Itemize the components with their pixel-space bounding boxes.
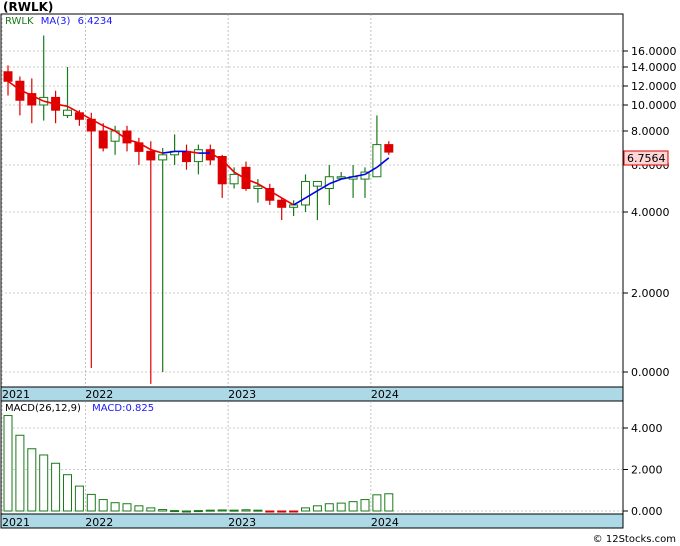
macd-bar <box>253 509 263 512</box>
price-pane-frame <box>0 13 624 388</box>
candle-body <box>98 130 108 149</box>
macd-bar <box>360 499 370 512</box>
price-y-tick-label: 8.0000 <box>631 125 670 138</box>
macd-y-tick-label: 0.000 <box>631 505 663 518</box>
price-y-axis: 16.000014.000012.000010.00008.00006.0000… <box>623 45 677 379</box>
macd-bar <box>74 485 84 512</box>
macd-bar <box>241 509 251 512</box>
macd-bar <box>384 493 394 512</box>
candle-body <box>3 71 13 82</box>
macd-bar <box>98 499 108 512</box>
macd-bar <box>51 462 61 512</box>
macd-bar <box>336 502 346 512</box>
macd-bar <box>146 507 156 512</box>
macd-x-tick-label: 2021 <box>2 516 30 529</box>
last-price-value: 6.7564 <box>627 152 666 165</box>
watermark: © 12Stocks.com <box>592 534 676 545</box>
macd-bar <box>122 503 132 512</box>
macd-bar <box>301 507 310 512</box>
price-y-tick-label: 10.0000 <box>631 99 677 112</box>
macd-bar <box>265 510 275 513</box>
candle-body <box>301 180 310 206</box>
candle-body <box>182 150 191 163</box>
price-x-tick-label: 2022 <box>85 388 113 401</box>
macd-bar <box>205 509 215 512</box>
candle-body <box>63 109 72 116</box>
macd-bar <box>289 510 299 513</box>
candle-body <box>229 173 239 185</box>
macd-x-tick-label: 2022 <box>85 516 113 529</box>
price-x-tick-label: 2024 <box>371 388 399 401</box>
candle-body <box>253 185 263 189</box>
macd-bar <box>193 510 203 513</box>
candle-body <box>158 154 168 161</box>
macd-bar <box>182 510 191 513</box>
macd-x-tick-label: 2024 <box>371 516 399 529</box>
macd-bar <box>86 493 96 512</box>
macd-bar <box>27 448 37 512</box>
candle-body <box>312 180 322 187</box>
macd-bar <box>134 505 144 512</box>
macd-x-tick-label: 2023 <box>228 516 256 529</box>
price-y-tick-label: 12.0000 <box>631 80 677 93</box>
macd-y-tick-label: 4.000 <box>631 422 663 435</box>
price-y-tick-label: 14.0000 <box>631 61 677 74</box>
price-y-tick-label: 4.0000 <box>631 206 670 219</box>
macd-bar <box>158 509 168 512</box>
macd-bar <box>39 454 49 512</box>
macd-bar <box>229 509 239 512</box>
macd-bar <box>277 510 287 513</box>
macd-bar <box>348 501 358 512</box>
stock-chart: 16.000014.000012.000010.00008.00006.0000… <box>0 13 677 529</box>
price-y-tick-label: 0.0000 <box>631 366 670 379</box>
price-candles <box>3 35 394 384</box>
candle-body <box>372 144 382 178</box>
candle-body <box>146 150 156 161</box>
ma-segment <box>102 125 116 132</box>
candle-body <box>193 149 203 163</box>
price-x-tick-label: 2023 <box>228 388 256 401</box>
macd-bar <box>372 494 382 512</box>
price-y-tick-label: 16.0000 <box>631 45 677 58</box>
macd-bar <box>15 434 25 512</box>
macd-bar <box>312 505 322 512</box>
candle-body <box>289 204 299 208</box>
price-grid <box>1 14 623 387</box>
macd-bar <box>324 503 334 512</box>
price-x-tick-label: 2021 <box>2 388 30 401</box>
candle-body <box>384 144 394 153</box>
macd-bar <box>110 502 120 512</box>
macd-y-tick-label: 2.000 <box>631 464 663 477</box>
macd-bars <box>3 415 394 513</box>
macd-bar <box>170 510 180 513</box>
macd-bar <box>3 415 13 512</box>
macd-bar <box>217 509 227 512</box>
price-y-tick-label: 2.0000 <box>631 287 670 300</box>
macd-bar <box>63 474 72 512</box>
macd-y-axis: 4.000 2.000 0.000 <box>623 422 663 518</box>
candle-body <box>277 199 287 208</box>
